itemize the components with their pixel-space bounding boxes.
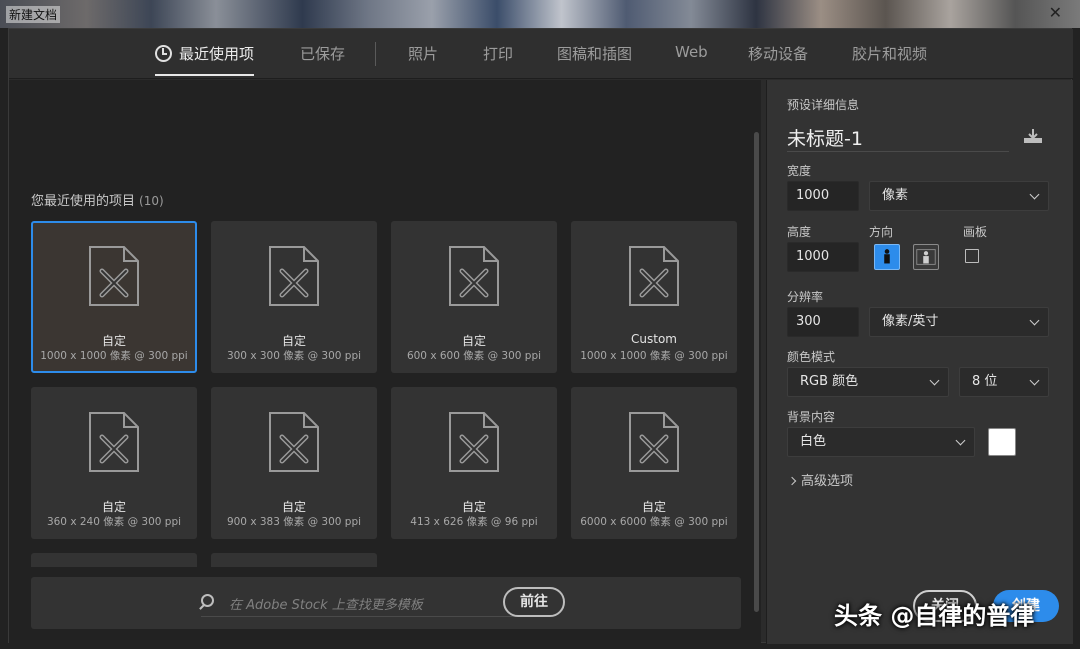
portrait-orientation-icon[interactable] <box>874 244 900 270</box>
stock-search-placeholder: 在 Adobe Stock 上查找更多模板 <box>229 598 423 613</box>
card-desc: 6000 x 6000 像素 @ 300 ppi <box>580 516 728 528</box>
card-desc: 413 x 626 像素 @ 96 ppi <box>410 516 538 528</box>
chevron-down-icon <box>1029 315 1040 326</box>
tab-label: 最近使用项 <box>179 45 255 63</box>
name-underline <box>787 151 1009 152</box>
card-name: 自定 <box>461 334 486 348</box>
document-icon <box>628 245 680 307</box>
recent-item-card-partial[interactable] <box>211 553 377 567</box>
recent-item-card[interactable]: 自定 6000 x 6000 像素 @ 300 ppi <box>571 387 737 539</box>
chevron-right-icon <box>787 476 797 486</box>
category-tabs: 最近使用项 已保存 照片 打印 图稿和插图 Web 移动设备 胶片和视频 <box>9 29 1073 79</box>
go-button[interactable]: 前往 <box>503 587 565 617</box>
color-mode-label: 颜色模式 <box>787 350 836 364</box>
preset-section-title: 预设详细信息 <box>787 98 860 112</box>
preset-details-panel: 预设详细信息 未标题-1 宽度 1000 像素 高度 方向 画板 1000 分辨… <box>766 80 1073 644</box>
background-label: 背景内容 <box>787 410 836 424</box>
width-unit-value: 像素 <box>882 188 909 203</box>
tab-web[interactable]: Web <box>675 43 708 61</box>
stock-search-field[interactable]: 在 Adobe Stock 上查找更多模板 <box>201 589 517 617</box>
tab-saved[interactable]: 已保存 <box>300 43 345 64</box>
clock-icon <box>155 45 172 62</box>
card-name: 自定 <box>101 334 126 348</box>
recent-item-card[interactable]: 自定 600 x 600 像素 @ 300 ppi <box>391 221 557 373</box>
adobe-stock-bar: 在 Adobe Stock 上查找更多模板 前往 <box>31 577 741 629</box>
chevron-down-icon <box>1029 189 1040 200</box>
recent-items-panel: 您最近使用的项目 (10) 自定 1000 x 1000 像素 @ 300 ppi 自… <box>9 80 761 644</box>
width-input[interactable]: 1000 <box>787 181 859 211</box>
orientation-label: 方向 <box>869 225 894 239</box>
background-select[interactable]: 白色 <box>787 427 975 457</box>
card-desc: 900 x 383 像素 @ 300 ppi <box>226 516 362 528</box>
resolution-unit-value: 像素/英寸 <box>882 314 939 329</box>
tab-photo[interactable]: 照片 <box>408 43 438 64</box>
recent-item-card-partial[interactable] <box>31 553 197 567</box>
search-icon <box>201 594 214 607</box>
card-name: 自定 <box>101 500 126 514</box>
width-unit-select[interactable]: 像素 <box>869 181 1049 211</box>
scrollbar[interactable] <box>754 132 759 612</box>
card-name: 自定 <box>641 500 666 514</box>
recent-item-card[interactable]: 自定 300 x 300 像素 @ 300 ppi <box>211 221 377 373</box>
recent-item-card[interactable]: 自定 900 x 383 像素 @ 300 ppi <box>211 387 377 539</box>
card-name: 自定 <box>281 334 306 348</box>
recent-item-card[interactable]: Custom 1000 x 1000 像素 @ 300 ppi <box>571 221 737 373</box>
advanced-options-label: 高级选项 <box>801 474 854 489</box>
tab-recent[interactable]: 最近使用项 <box>155 43 255 76</box>
card-desc: 360 x 240 像素 @ 300 ppi <box>46 516 182 528</box>
document-name-field[interactable]: 未标题-1 <box>787 124 863 151</box>
card-name: 自定 <box>281 500 306 514</box>
tab-film-video[interactable]: 胶片和视频 <box>852 43 927 64</box>
width-label: 宽度 <box>787 164 812 178</box>
resolution-label: 分辨率 <box>787 290 824 304</box>
recent-title-text: 您最近使用的项目 <box>31 194 136 209</box>
tab-print[interactable]: 打印 <box>483 43 513 64</box>
document-icon <box>88 245 140 307</box>
height-input[interactable]: 1000 <box>787 242 859 272</box>
document-icon <box>628 411 680 473</box>
chevron-down-icon <box>929 375 940 386</box>
background-value: 白色 <box>800 434 827 449</box>
document-icon <box>448 245 500 307</box>
close-icon[interactable]: ✕ <box>1049 3 1062 22</box>
artboard-checkbox[interactable] <box>965 249 979 263</box>
card-name: Custom <box>631 332 677 346</box>
card-desc: 300 x 300 像素 @ 300 ppi <box>226 350 362 362</box>
height-label: 高度 <box>787 225 812 239</box>
save-preset-icon[interactable] <box>1023 128 1043 144</box>
active-tab-underline <box>155 74 255 76</box>
document-icon <box>268 411 320 473</box>
advanced-options-toggle[interactable]: 高级选项 <box>787 470 854 489</box>
window-title: 新建文档 <box>6 6 61 23</box>
recent-count: (10) <box>139 194 164 208</box>
card-desc: 1000 x 1000 像素 @ 300 ppi <box>580 350 728 362</box>
resolution-input[interactable]: 300 <box>787 307 859 337</box>
document-icon <box>268 245 320 307</box>
watermark: 头条 @自律的普律 <box>834 602 1035 630</box>
chevron-down-icon <box>955 435 966 446</box>
landscape-orientation-icon[interactable] <box>913 244 939 270</box>
card-name: 自定 <box>461 500 486 514</box>
bit-depth-value: 8 位 <box>972 374 998 389</box>
recent-item-card[interactable]: 自定 413 x 626 像素 @ 96 ppi <box>391 387 557 539</box>
recent-item-card[interactable]: 自定 360 x 240 像素 @ 300 ppi <box>31 387 197 539</box>
color-mode-select[interactable]: RGB 颜色 <box>787 367 949 397</box>
tab-mobile[interactable]: 移动设备 <box>748 43 808 64</box>
color-mode-value: RGB 颜色 <box>800 374 859 389</box>
tab-divider <box>375 42 376 66</box>
new-document-dialog: 最近使用项 已保存 照片 打印 图稿和插图 Web 移动设备 胶片和视频 您最近… <box>8 28 1073 644</box>
recent-item-card[interactable]: 自定 1000 x 1000 像素 @ 300 ppi <box>31 221 197 373</box>
tab-art-illustration[interactable]: 图稿和插图 <box>557 43 632 64</box>
recent-items-heading: 您最近使用的项目 (10) <box>31 190 164 209</box>
bit-depth-select[interactable]: 8 位 <box>959 367 1049 397</box>
chevron-down-icon <box>1029 375 1040 386</box>
resolution-unit-select[interactable]: 像素/英寸 <box>869 307 1049 337</box>
document-icon <box>88 411 140 473</box>
artboard-label: 画板 <box>963 225 988 239</box>
title-bar: 新建文档 ✕ <box>0 0 1080 28</box>
background-color-swatch[interactable] <box>988 428 1016 456</box>
document-icon <box>448 411 500 473</box>
card-desc: 1000 x 1000 像素 @ 300 ppi <box>40 350 188 362</box>
card-desc: 600 x 600 像素 @ 300 ppi <box>406 350 542 362</box>
